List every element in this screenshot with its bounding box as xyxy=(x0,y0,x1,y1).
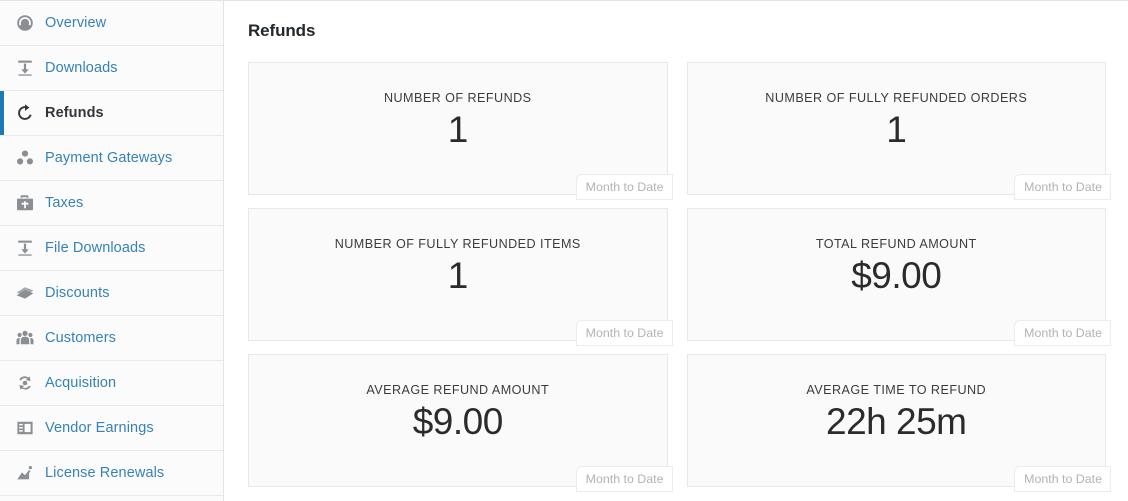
metric-tile-period-badge: Month to Date xyxy=(1014,465,1111,492)
media-list-icon xyxy=(14,417,36,439)
sidebar-item-file-downloads[interactable]: File Downloads xyxy=(0,226,223,271)
sidebar-item-label: License Renewals xyxy=(45,464,165,481)
metric-tile-period-badge: Month to Date xyxy=(1014,173,1111,200)
metric-tile-period-badge: Month to Date xyxy=(575,465,673,492)
chart-area-icon xyxy=(14,462,36,484)
metric-tile: NUMBER OF FULLY REFUNDED ITEMS 1 Month to … xyxy=(248,208,673,346)
download-box-icon xyxy=(14,237,36,259)
sidebar-item-overview[interactable]: Overview xyxy=(0,1,223,46)
app-root: Overview Downloads Refunds Payment Gateways… xyxy=(0,0,1128,501)
metric-tile-period-badge: Month to Date xyxy=(575,319,673,346)
metric-tile-label: NUMBER OF FULLY REFUNDED ORDERS xyxy=(765,91,1028,105)
sidebar-item-label: Payment Gateways xyxy=(45,149,173,166)
sidebar-item-discounts[interactable]: Discounts xyxy=(0,271,223,316)
sidebar-item-payment-gateways[interactable]: Payment Gateways xyxy=(0,136,223,181)
portfolio-icon xyxy=(14,192,36,214)
sidebar-item-downloads[interactable]: Downloads xyxy=(0,46,223,91)
undo-arrow-icon xyxy=(14,102,36,124)
metric-tile: TOTAL REFUND AMOUNT $9.00 Month to Date xyxy=(686,208,1111,346)
sidebar-item-taxes[interactable]: Taxes xyxy=(0,181,223,226)
metric-tile-label: AVERAGE TIME TO REFUND xyxy=(806,383,987,397)
page-title: Refunds xyxy=(248,21,316,40)
main-content: Refunds NUMBER OF REFUNDS 1 Month to Date N… xyxy=(224,1,1128,501)
group-dots-icon xyxy=(14,147,36,169)
metric-tile: AVERAGE TIME TO REFUND 22h 25m Month to Da… xyxy=(686,354,1111,492)
metric-tile-value: 22h 25m xyxy=(826,401,967,443)
metric-tile-label: NUMBER OF FULLY REFUNDED ITEMS xyxy=(334,237,581,251)
update-circle-icon xyxy=(14,372,36,394)
dashboard-icon xyxy=(14,12,36,34)
sidebar-item-customers[interactable]: Customers xyxy=(0,316,223,361)
sidebar-item-label: File Downloads xyxy=(45,239,146,256)
metric-tile-grid: NUMBER OF REFUNDS 1 Month to Date NUMBER OF… xyxy=(248,62,1111,492)
sidebar-nav: Overview Downloads Refunds Payment Gateways… xyxy=(0,1,224,501)
metric-tile: AVERAGE REFUND AMOUNT $9.00 Month to Date xyxy=(248,354,673,492)
metric-tile-value: 1 xyxy=(447,255,469,297)
metric-tile-label: TOTAL REFUND AMOUNT xyxy=(815,237,977,251)
metric-tile: NUMBER OF FULLY REFUNDED ORDERS 1 Month to… xyxy=(686,62,1111,200)
sidebar-item-vendor-earnings[interactable]: Vendor Earnings xyxy=(0,406,223,451)
tickets-icon xyxy=(14,282,36,304)
users-icon xyxy=(14,327,36,349)
sidebar-item-label: Taxes xyxy=(45,194,84,211)
metric-tile: NUMBER OF REFUNDS 1 Month to Date xyxy=(248,62,673,200)
sidebar-item-label: Refunds xyxy=(45,104,104,121)
metric-tile-label: NUMBER OF REFUNDS xyxy=(383,91,532,105)
download-icon xyxy=(14,57,36,79)
metric-tile-period-badge: Month to Date xyxy=(1014,319,1111,346)
metric-tile-value: 1 xyxy=(447,109,469,151)
sidebar-item-label: Customers xyxy=(45,329,116,346)
sidebar-item-license-renewals[interactable]: License Renewals xyxy=(0,451,223,496)
metric-tile-label: AVERAGE REFUND AMOUNT xyxy=(366,383,550,397)
sidebar-item-label: Acquisition xyxy=(45,374,117,391)
sidebar-item-label: Discounts xyxy=(45,284,110,301)
sidebar-item-label: Overview xyxy=(45,14,107,31)
sidebar-item-label: Downloads xyxy=(45,59,118,76)
metric-tile-value: $9.00 xyxy=(851,255,942,297)
sidebar-item-refunds[interactable]: Refunds xyxy=(0,91,223,136)
metric-tile-value: $9.00 xyxy=(412,401,504,443)
sidebar-item-label: Vendor Earnings xyxy=(45,419,154,436)
metric-tile-period-badge: Month to Date xyxy=(575,173,673,200)
sidebar-item-acquisition[interactable]: Acquisition xyxy=(0,361,223,406)
metric-tile-value: 1 xyxy=(886,109,907,151)
